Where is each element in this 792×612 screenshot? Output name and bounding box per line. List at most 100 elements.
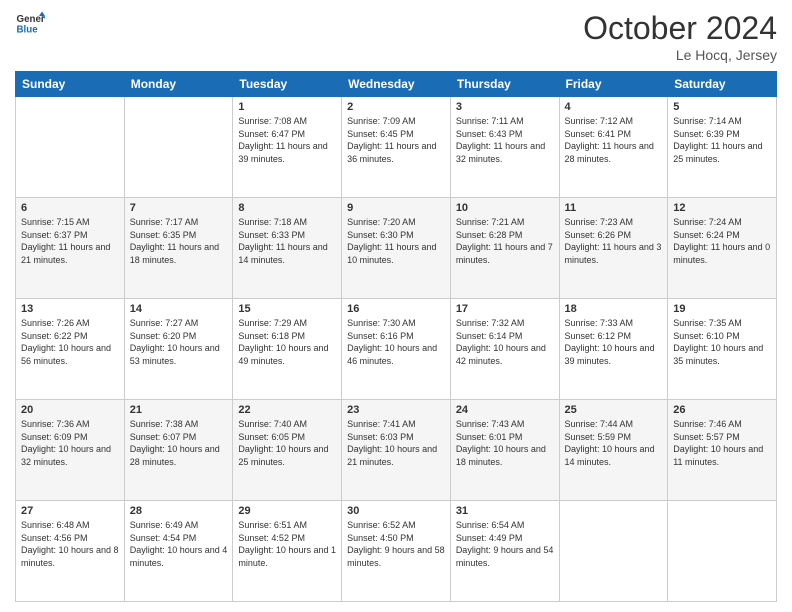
- table-row: 7Sunrise: 7:17 AM Sunset: 6:35 PM Daylig…: [124, 198, 233, 299]
- day-number: 14: [130, 303, 228, 315]
- day-info: Sunrise: 7:18 AM Sunset: 6:33 PM Dayligh…: [238, 216, 336, 266]
- table-row: 27Sunrise: 6:48 AM Sunset: 4:56 PM Dayli…: [16, 501, 125, 602]
- header: General Blue October 2024 Le Hocq, Jerse…: [15, 10, 777, 63]
- day-number: 26: [673, 404, 771, 416]
- day-info: Sunrise: 7:11 AM Sunset: 6:43 PM Dayligh…: [456, 115, 554, 165]
- day-number: 9: [347, 202, 445, 214]
- day-number: 20: [21, 404, 119, 416]
- table-row: 10Sunrise: 7:21 AM Sunset: 6:28 PM Dayli…: [450, 198, 559, 299]
- table-row: 22 Sunrise: 7:40 AM Sunset: 6:05 PM Dayli…: [233, 400, 342, 501]
- table-row: 8 Sunrise: 7:18 AM Sunset: 6:33 PM Daylig…: [233, 198, 342, 299]
- col-wednesday: Wednesday: [342, 72, 451, 97]
- day-number: 15: [238, 303, 336, 315]
- day-info: Sunrise: 7:09 AM Sunset: 6:45 PM Dayligh…: [347, 115, 445, 165]
- table-row: 15 Sunrise: 7:29 AM Sunset: 6:18 PM Dayli…: [233, 299, 342, 400]
- day-info: Sunrise: 7:08 AM Sunset: 6:47 PM Dayligh…: [238, 115, 336, 165]
- day-info: Sunrise: 7:32 AM Sunset: 6:14 PM Dayligh…: [456, 317, 554, 367]
- day-info: Sunrise: 7:38 AM Sunset: 6:07 PM Dayligh…: [130, 418, 228, 468]
- day-number: 16: [347, 303, 445, 315]
- day-number: 12: [673, 202, 771, 214]
- table-row: 30 Sunrise: 6:52 AM Sunset: 4:50 PM Dayli…: [342, 501, 451, 602]
- location: Le Hocq, Jersey: [583, 47, 777, 63]
- table-row: [16, 97, 125, 198]
- table-row: 23Sunrise: 7:41 AM Sunset: 6:03 PM Dayli…: [342, 400, 451, 501]
- svg-text:Blue: Blue: [17, 25, 39, 36]
- table-row: 2 Sunrise: 7:09 AM Sunset: 6:45 PM Daylig…: [342, 97, 451, 198]
- table-row: 28 Sunrise: 6:49 AM Sunset: 4:54 PM Dayli…: [124, 501, 233, 602]
- table-row: 1 Sunrise: 7:08 AM Sunset: 6:47 PM Daylig…: [233, 97, 342, 198]
- day-info: Sunrise: 7:15 AM Sunset: 6:37 PM Dayligh…: [21, 216, 119, 266]
- day-info: Sunrise: 6:52 AM Sunset: 4:50 PM Dayligh…: [347, 519, 445, 569]
- day-number: 22: [238, 404, 336, 416]
- day-info: Sunrise: 7:27 AM Sunset: 6:20 PM Dayligh…: [130, 317, 228, 367]
- day-number: 2: [347, 101, 445, 113]
- table-row: 25 Sunrise: 7:44 AM Sunset: 5:59 PM Dayli…: [559, 400, 668, 501]
- table-row: 11 Sunrise: 7:23 AM Sunset: 6:26 PM Dayli…: [559, 198, 668, 299]
- day-number: 29: [238, 505, 336, 517]
- table-row: 18 Sunrise: 7:33 AM Sunset: 6:12 PM Dayli…: [559, 299, 668, 400]
- day-info: Sunrise: 7:41 AM Sunset: 6:03 PM Dayligh…: [347, 418, 445, 468]
- day-number: 6: [21, 202, 119, 214]
- table-row: 12 Sunrise: 7:24 AM Sunset: 6:24 PM Dayli…: [668, 198, 777, 299]
- day-number: 21: [130, 404, 228, 416]
- day-info: Sunrise: 6:48 AM Sunset: 4:56 PM Dayligh…: [21, 519, 119, 569]
- day-number: 3: [456, 101, 554, 113]
- day-info: Sunrise: 7:46 AM Sunset: 5:57 PM Dayligh…: [673, 418, 771, 468]
- page: General Blue October 2024 Le Hocq, Jerse…: [0, 0, 792, 612]
- table-row: 31Sunrise: 6:54 AM Sunset: 4:49 PM Dayli…: [450, 501, 559, 602]
- day-number: 5: [673, 101, 771, 113]
- day-number: 30: [347, 505, 445, 517]
- day-info: Sunrise: 7:44 AM Sunset: 5:59 PM Dayligh…: [565, 418, 663, 468]
- table-row: 24Sunrise: 7:43 AM Sunset: 6:01 PM Dayli…: [450, 400, 559, 501]
- day-info: Sunrise: 7:36 AM Sunset: 6:09 PM Dayligh…: [21, 418, 119, 468]
- table-row: 29 Sunrise: 6:51 AM Sunset: 4:52 PM Dayli…: [233, 501, 342, 602]
- day-info: Sunrise: 7:33 AM Sunset: 6:12 PM Dayligh…: [565, 317, 663, 367]
- day-number: 18: [565, 303, 663, 315]
- logo: General Blue: [15, 10, 45, 40]
- calendar-header-row: Sunday Monday Tuesday Wednesday Thursday…: [16, 72, 777, 97]
- day-info: Sunrise: 7:29 AM Sunset: 6:18 PM Dayligh…: [238, 317, 336, 367]
- day-number: 1: [238, 101, 336, 113]
- month-title: October 2024: [583, 10, 777, 47]
- day-number: 28: [130, 505, 228, 517]
- table-row: 14 Sunrise: 7:27 AM Sunset: 6:20 PM Dayli…: [124, 299, 233, 400]
- day-number: 11: [565, 202, 663, 214]
- col-saturday: Saturday: [668, 72, 777, 97]
- day-number: 17: [456, 303, 554, 315]
- week-row-4: 20 Sunrise: 7:36 AM Sunset: 6:09 PM Dayli…: [16, 400, 777, 501]
- table-row: [124, 97, 233, 198]
- logo-icon: General Blue: [15, 10, 45, 40]
- day-number: 19: [673, 303, 771, 315]
- day-info: Sunrise: 7:21 AM Sunset: 6:28 PM Dayligh…: [456, 216, 554, 266]
- day-number: 24: [456, 404, 554, 416]
- table-row: [559, 501, 668, 602]
- week-row-3: 13Sunrise: 7:26 AM Sunset: 6:22 PM Dayli…: [16, 299, 777, 400]
- week-row-1: 1 Sunrise: 7:08 AM Sunset: 6:47 PM Daylig…: [16, 97, 777, 198]
- day-number: 31: [456, 505, 554, 517]
- day-number: 4: [565, 101, 663, 113]
- table-row: 3 Sunrise: 7:11 AM Sunset: 6:43 PM Daylig…: [450, 97, 559, 198]
- day-info: Sunrise: 6:49 AM Sunset: 4:54 PM Dayligh…: [130, 519, 228, 569]
- day-info: Sunrise: 7:23 AM Sunset: 6:26 PM Dayligh…: [565, 216, 663, 266]
- table-row: 20 Sunrise: 7:36 AM Sunset: 6:09 PM Dayli…: [16, 400, 125, 501]
- day-number: 13: [21, 303, 119, 315]
- calendar-table: Sunday Monday Tuesday Wednesday Thursday…: [15, 71, 777, 602]
- table-row: 13Sunrise: 7:26 AM Sunset: 6:22 PM Dayli…: [16, 299, 125, 400]
- table-row: 19 Sunrise: 7:35 AM Sunset: 6:10 PM Dayli…: [668, 299, 777, 400]
- col-friday: Friday: [559, 72, 668, 97]
- day-number: 8: [238, 202, 336, 214]
- table-row: 9 Sunrise: 7:20 AM Sunset: 6:30 PM Daylig…: [342, 198, 451, 299]
- table-row: [668, 501, 777, 602]
- day-info: Sunrise: 7:24 AM Sunset: 6:24 PM Dayligh…: [673, 216, 771, 266]
- day-info: Sunrise: 6:51 AM Sunset: 4:52 PM Dayligh…: [238, 519, 336, 569]
- table-row: 6 Sunrise: 7:15 AM Sunset: 6:37 PM Daylig…: [16, 198, 125, 299]
- day-info: Sunrise: 7:14 AM Sunset: 6:39 PM Dayligh…: [673, 115, 771, 165]
- table-row: 4Sunrise: 7:12 AM Sunset: 6:41 PM Daylig…: [559, 97, 668, 198]
- day-info: Sunrise: 7:35 AM Sunset: 6:10 PM Dayligh…: [673, 317, 771, 367]
- day-info: Sunrise: 7:20 AM Sunset: 6:30 PM Dayligh…: [347, 216, 445, 266]
- day-info: Sunrise: 7:40 AM Sunset: 6:05 PM Dayligh…: [238, 418, 336, 468]
- week-row-5: 27Sunrise: 6:48 AM Sunset: 4:56 PM Dayli…: [16, 501, 777, 602]
- day-number: 25: [565, 404, 663, 416]
- table-row: 21 Sunrise: 7:38 AM Sunset: 6:07 PM Dayli…: [124, 400, 233, 501]
- table-row: 17 Sunrise: 7:32 AM Sunset: 6:14 PM Dayli…: [450, 299, 559, 400]
